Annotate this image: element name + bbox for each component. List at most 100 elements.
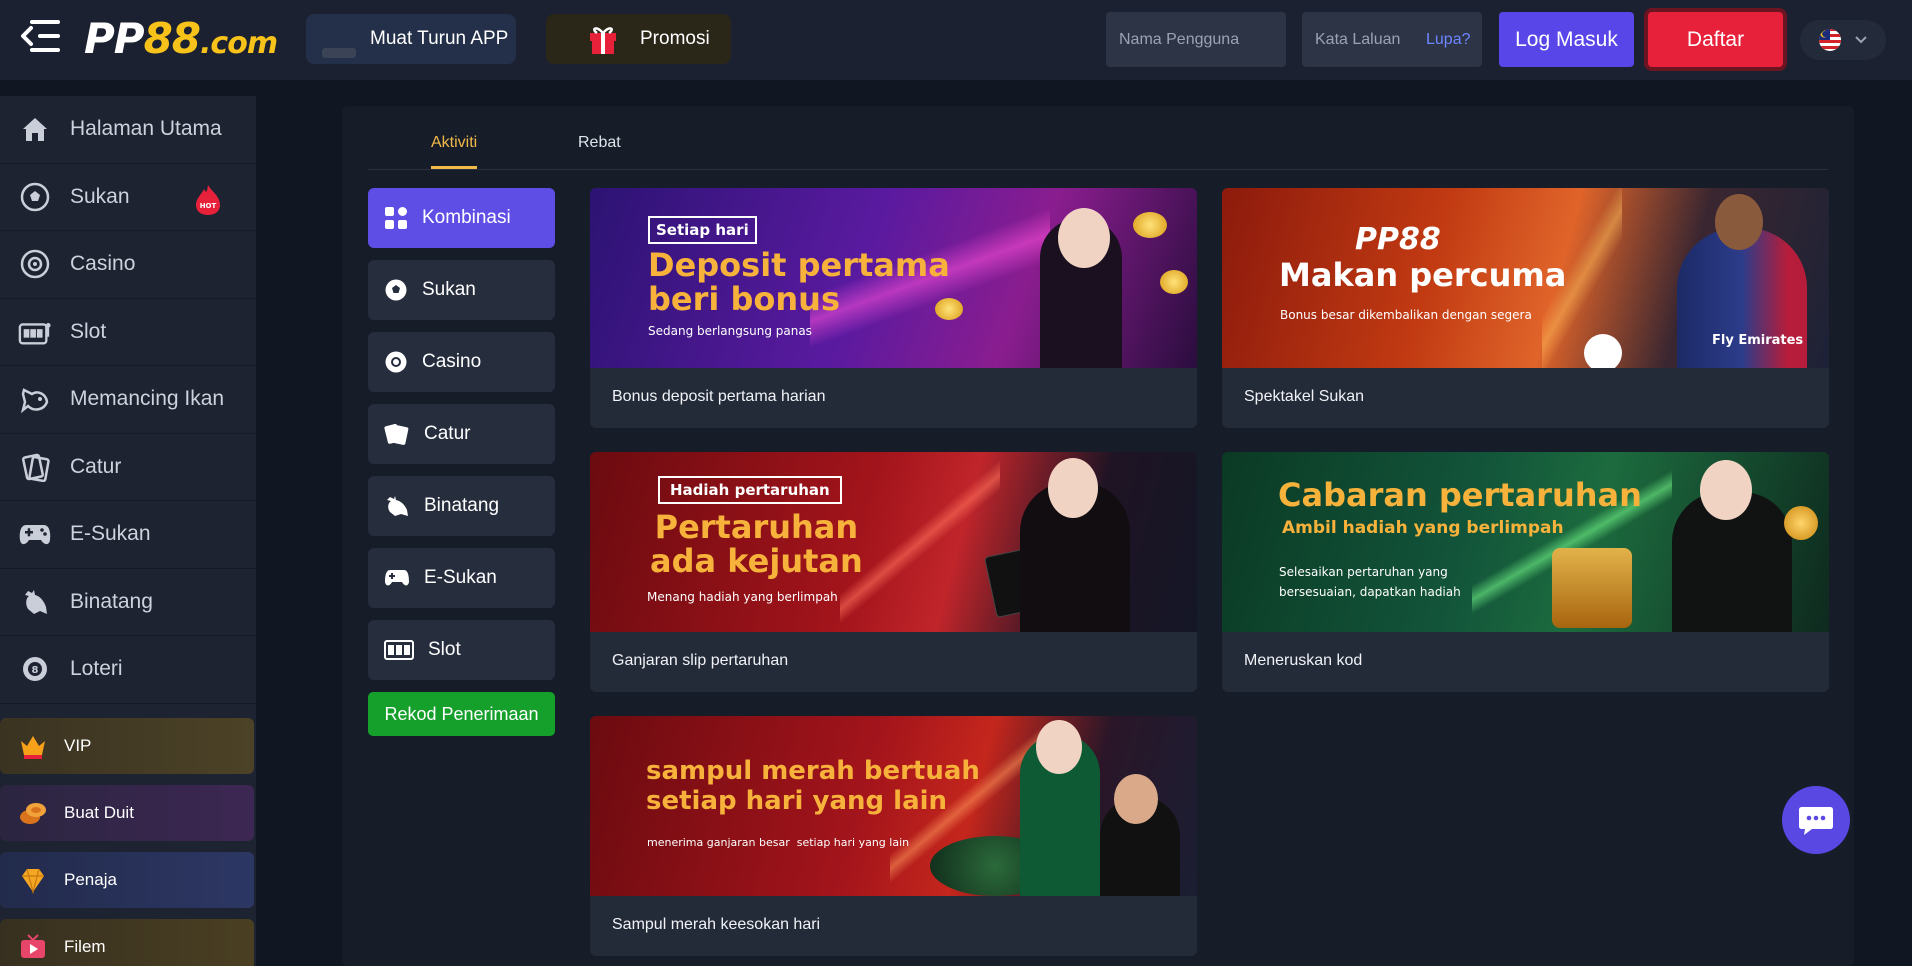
banner-tag: Hadiah pertaruhan <box>658 476 842 504</box>
tab-rebat[interactable]: Rebat <box>578 134 621 166</box>
sidebar-item-label: Binatang <box>70 589 153 613</box>
soccer-ball-icon <box>18 180 52 214</box>
sidebar-item-label: Loteri <box>70 657 123 681</box>
forgot-password-link[interactable]: Lupa? <box>1426 31 1471 49</box>
tab-aktiviti[interactable]: Aktiviti <box>431 134 478 169</box>
category-label: Catur <box>424 423 471 444</box>
sidebar-item-loteri[interactable]: 8 Loteri <box>0 636 256 704</box>
model-face <box>1700 460 1752 520</box>
chevron-down-icon <box>1855 36 1867 44</box>
username-input[interactable] <box>1106 12 1286 67</box>
banner-subtext: menerima ganjaran besar setiap hari yang… <box>647 836 910 849</box>
promo-card[interactable]: Hadiah pertaruhan Pertaruhan ada kejutan … <box>590 452 1197 692</box>
category-label: E-Sukan <box>424 567 497 588</box>
category-e-sukan[interactable]: E-Sukan <box>368 548 555 608</box>
sidebar-item-label: Halaman Utama <box>70 117 222 141</box>
sidebar-item-halaman-utama[interactable]: Halaman Utama <box>0 96 256 164</box>
live-chat-button[interactable] <box>1782 786 1850 854</box>
language-selector[interactable] <box>1800 20 1886 60</box>
promo-card-title: Meneruskan kod <box>1244 652 1363 669</box>
category-catur[interactable]: Catur <box>368 404 555 464</box>
cards-icon <box>18 450 52 484</box>
login-button[interactable]: Log Masuk <box>1499 12 1634 67</box>
sidebar-item-label: Slot <box>70 319 107 343</box>
promo-card[interactable]: Setiap hari Deposit pertama beri bonus Se… <box>590 188 1197 428</box>
sidebar-promo-filem[interactable]: Filem <box>0 918 254 966</box>
player-face <box>1715 194 1763 250</box>
sidebar-nav: Halaman Utama Sukan HOT Casino Slot Mema… <box>0 96 256 966</box>
banner-subtext: Sedang berlangsung panas <box>648 324 812 338</box>
category-label: Slot <box>428 639 461 660</box>
site-logo[interactable]: PP88.com <box>84 14 278 63</box>
category-casino[interactable]: Casino <box>368 332 555 392</box>
sidebar-item-slot[interactable]: Slot <box>0 299 256 366</box>
promo-card[interactable]: Fly Emirates PP88 Makan percuma Bonus be… <box>1222 188 1829 428</box>
model-face <box>1048 458 1098 518</box>
banner-subtext: Selesaikan pertaruhan yang bersesuaian, d… <box>1279 565 1461 599</box>
banner-subtext: Bonus besar dikembalikan dengan segera <box>1280 308 1532 322</box>
promo-card-title: Bonus deposit pertama harian <box>612 388 826 405</box>
sidebar-promo-penaja[interactable]: Penaja <box>0 851 254 908</box>
category-binatang[interactable]: Binatang <box>368 476 555 536</box>
receipt-record-button[interactable]: Rekod Penerimaan <box>368 692 555 736</box>
jersey-text: Fly Emirates <box>1712 333 1804 348</box>
sidebar-item-sukan[interactable]: Sukan HOT <box>0 164 256 231</box>
phone-icon <box>322 48 356 58</box>
category-sukan[interactable]: Sukan <box>368 260 555 320</box>
banner-subheadline: Ambil hadiah yang berlimpah <box>1282 518 1564 538</box>
sidebar-item-label: Sukan <box>70 184 130 208</box>
banner-subtext: Menang hadiah yang berlimpah <box>647 590 838 604</box>
promotion-panel: Aktiviti Rebat Kombinasi Sukan Casino Ca… <box>342 106 1854 966</box>
sidebar-promo-label: Filem <box>64 936 106 956</box>
promotion-button[interactable]: Promosi <box>546 14 731 64</box>
soccer-ball-icon <box>385 279 407 301</box>
register-button[interactable]: Daftar <box>1648 12 1783 67</box>
banner-headline: sampul merah bertuah setiap hari yang lai… <box>646 756 980 816</box>
casino-chip-icon <box>385 351 407 373</box>
model-face <box>1058 208 1110 268</box>
sidebar-item-label: Casino <box>70 252 136 276</box>
category-label: Sukan <box>422 279 476 300</box>
promo-card-title: Ganjaran slip pertaruhan <box>612 652 789 669</box>
promo-banner-red-envelope: sampul merah bertuah setiap hari yang lai… <box>590 716 1197 896</box>
promo-banner-bet-slip: Hadiah pertaruhan Pertaruhan ada kejutan … <box>590 452 1197 632</box>
sidebar-promo-vip[interactable]: VIP <box>0 717 254 774</box>
download-app-button[interactable]: Muat Turun APP <box>306 14 516 64</box>
promo-card[interactable]: sampul merah bertuah setiap hari yang lai… <box>590 716 1197 956</box>
sidebar-item-catur[interactable]: Catur <box>0 434 256 501</box>
promo-card[interactable]: Cabaran pertaruhan Ambil hadiah yang ber… <box>1222 452 1829 692</box>
gamepad-icon <box>18 517 52 551</box>
slot-machine-icon <box>384 640 414 660</box>
promo-banner-deposit: Setiap hari Deposit pertama beri bonus Se… <box>590 188 1197 368</box>
sidebar-item-memancing-ikan[interactable]: Memancing Ikan <box>0 366 256 434</box>
football-icon <box>1584 334 1622 368</box>
category-slot[interactable]: Slot <box>368 620 555 680</box>
grid-icon <box>385 207 407 229</box>
rooster-icon <box>18 585 52 619</box>
category-label: Binatang <box>424 495 500 516</box>
promo-banner-sports: Fly Emirates PP88 Makan percuma Bonus be… <box>1222 188 1829 368</box>
sidebar-item-label: Memancing Ikan <box>70 387 225 411</box>
top-header: PP88.com Muat Turun APP Promosi Lupa? Lo… <box>0 0 1912 80</box>
sidebar-promo-label: VIP <box>64 735 92 755</box>
sidebar-item-label: E-Sukan <box>70 522 151 546</box>
sidebar-item-label: Catur <box>70 454 122 478</box>
sidebar-item-binatang[interactable]: Binatang <box>0 569 256 636</box>
man-face <box>1114 774 1158 824</box>
chat-bubble-icon <box>1799 807 1833 835</box>
cards-icon <box>384 423 409 445</box>
category-kombinasi[interactable]: Kombinasi <box>368 188 555 248</box>
home-icon <box>18 112 52 146</box>
banner-brand: PP88 <box>1355 222 1441 257</box>
sidebar-item-e-sukan[interactable]: E-Sukan <box>0 501 256 569</box>
slot-machine-icon <box>18 315 52 349</box>
svg-text:HOT: HOT <box>200 202 217 210</box>
menu-toggle-icon[interactable] <box>20 18 62 54</box>
sidebar-item-casino[interactable]: Casino <box>0 231 256 299</box>
sidebar-promo-buat-duit[interactable]: Buat Duit <box>0 784 254 841</box>
rooster-icon <box>387 496 408 516</box>
tv-icon <box>21 933 45 958</box>
coins-icon <box>20 802 46 824</box>
banner-headline: Makan percuma <box>1279 256 1567 294</box>
banner-headline: Cabaran pertaruhan <box>1278 476 1642 514</box>
